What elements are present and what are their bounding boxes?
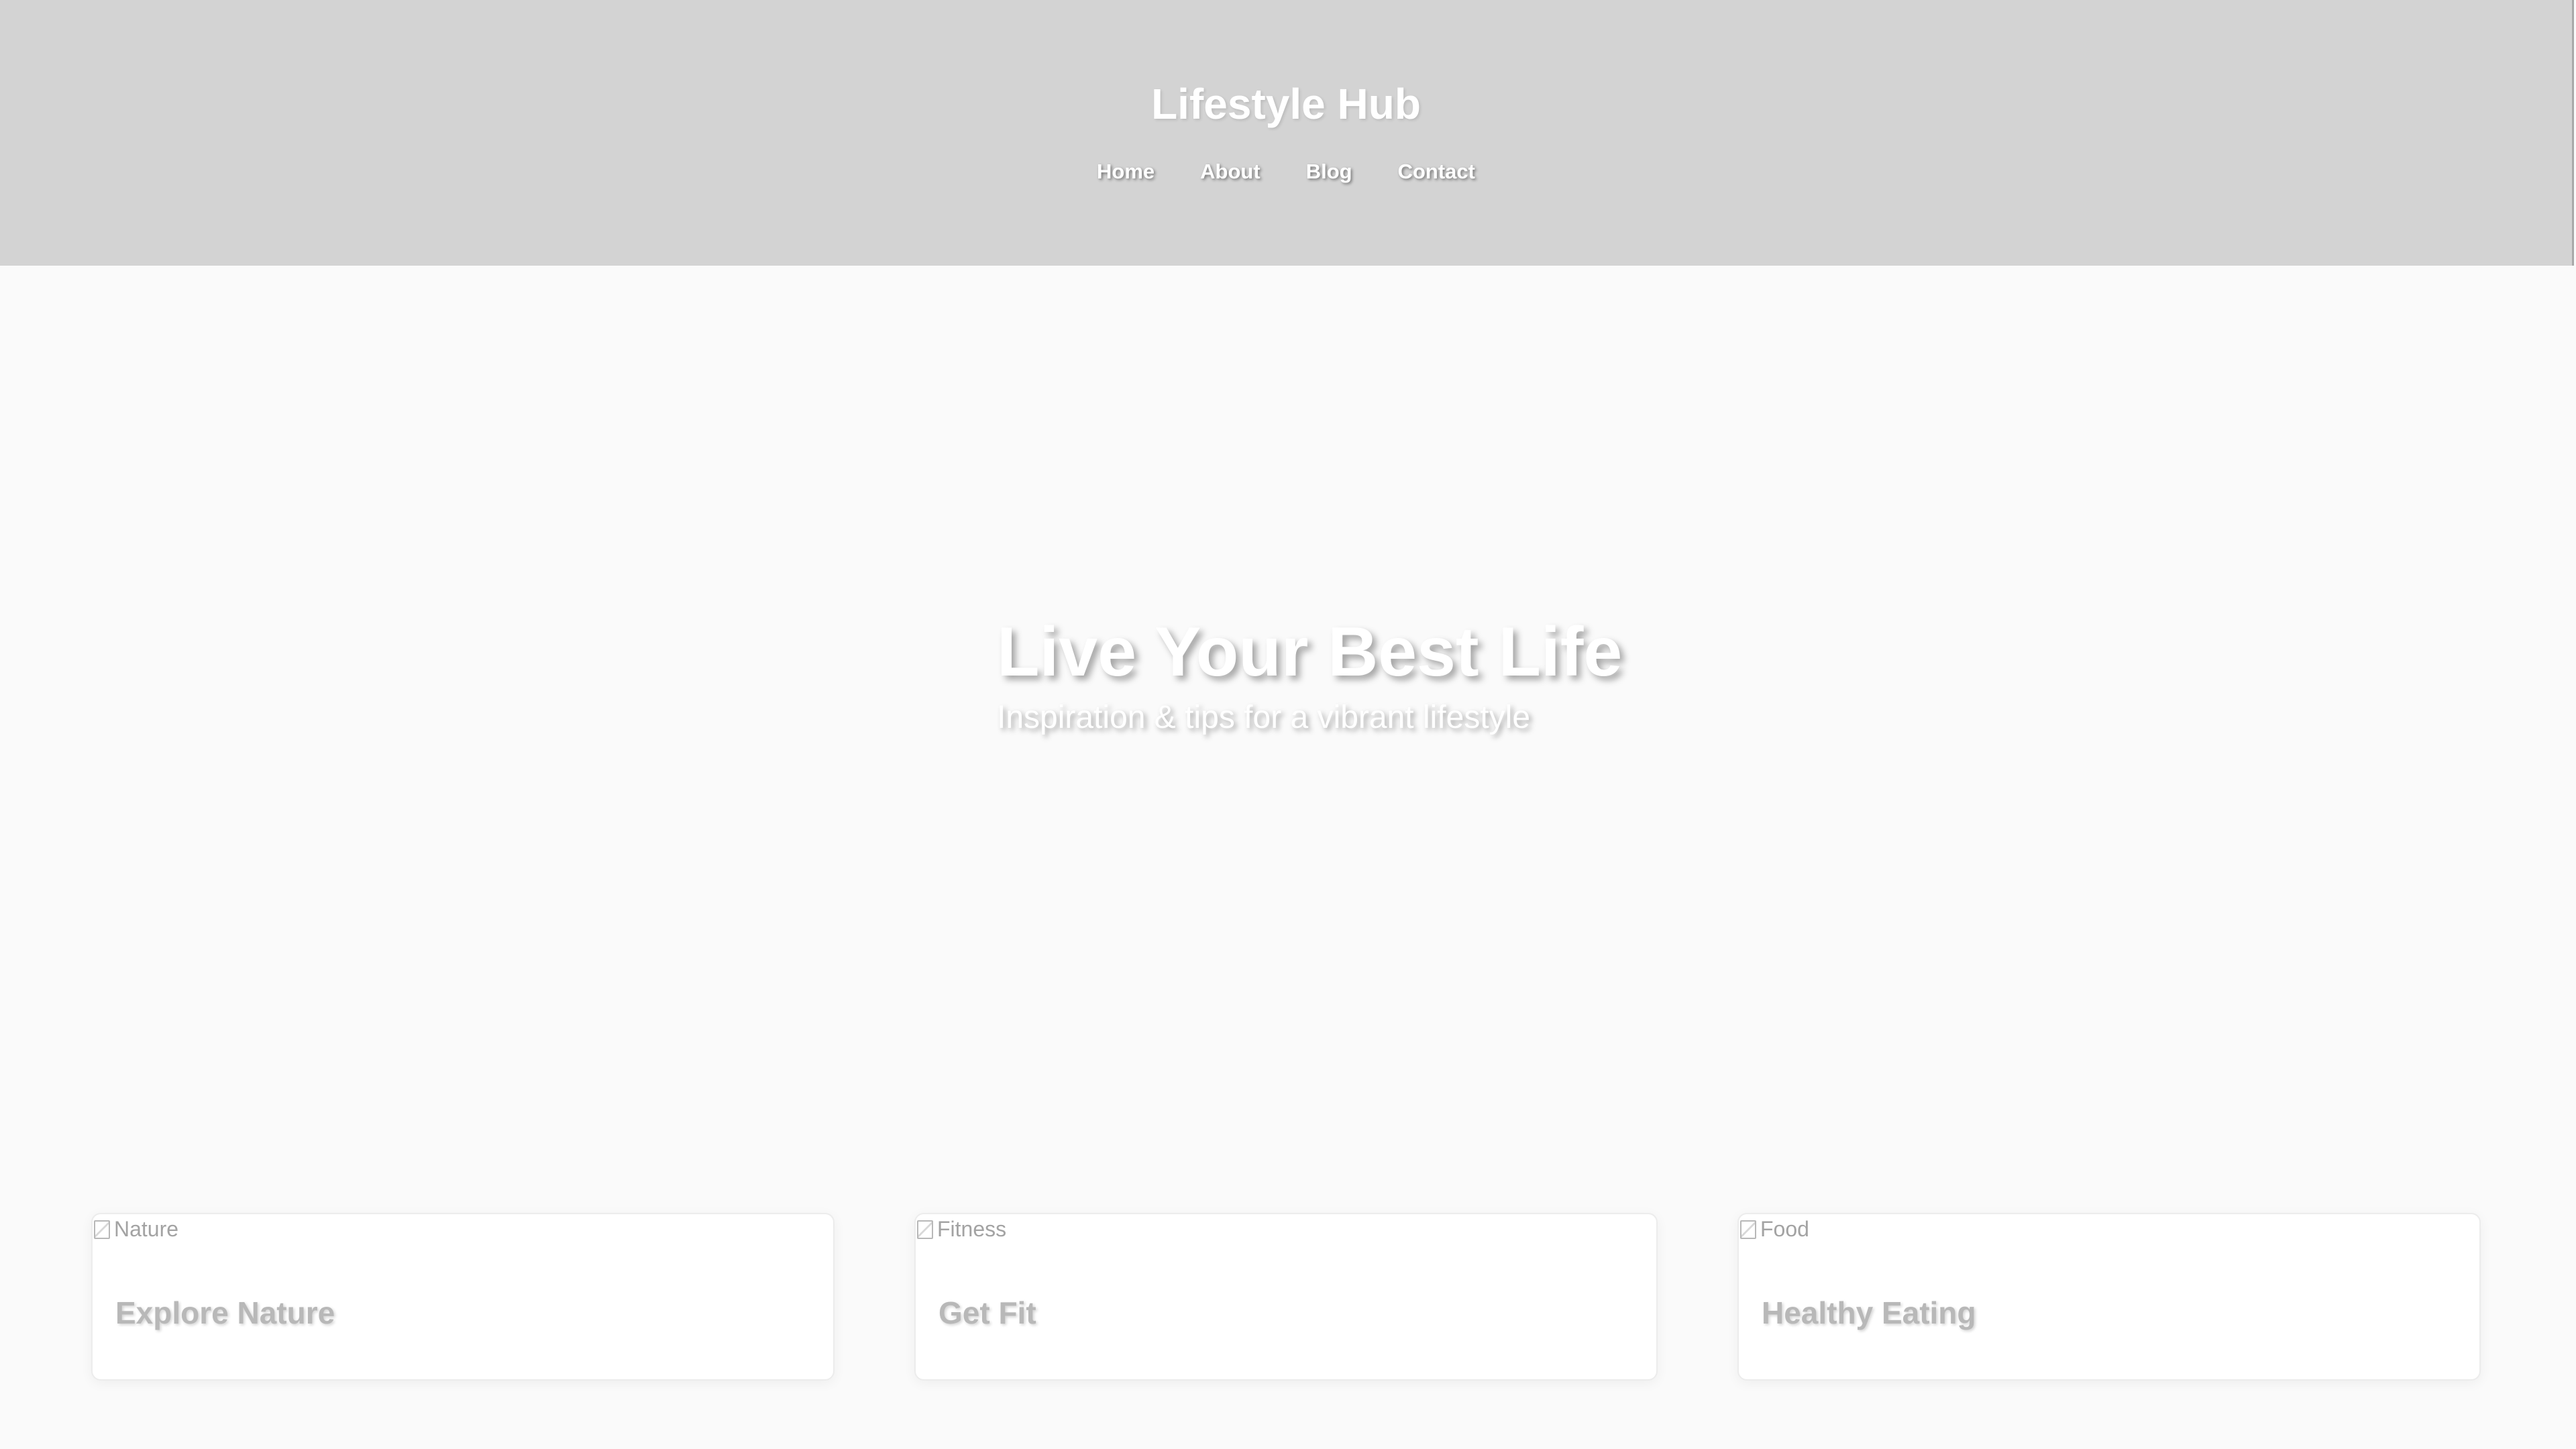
broken-image-icon — [93, 1219, 111, 1239]
card-title: Healthy Eating — [1762, 1295, 1976, 1330]
card-healthy-eating[interactable]: Food Healthy Eating — [1737, 1213, 2481, 1381]
card-image-alt: Food — [1760, 1217, 1809, 1241]
card-image-alt: Fitness — [937, 1217, 1007, 1241]
broken-image-icon — [1739, 1219, 1758, 1239]
nav-link-home[interactable]: Home — [1097, 160, 1155, 184]
hero-title: Live Your Best Life — [997, 613, 1623, 691]
hero-section: Live Your Best Life Inspiration & tips f… — [997, 617, 1802, 734]
site-title: Lifestyle Hub — [1151, 80, 1421, 128]
nav-link-about[interactable]: About — [1200, 160, 1260, 184]
card-image-food: Food — [1739, 1214, 1809, 1241]
page: Lifestyle Hub Home About Blog Contact Li… — [0, 0, 2576, 1449]
broken-image-icon — [916, 1219, 934, 1239]
card-explore-nature[interactable]: Nature Explore Nature — [91, 1213, 835, 1381]
site-header: Lifestyle Hub Home About Blog Contact — [0, 0, 2574, 266]
nav-link-blog[interactable]: Blog — [1306, 160, 1352, 184]
card-image-alt: Nature — [114, 1217, 179, 1241]
card-image-nature: Nature — [93, 1214, 178, 1241]
card-title: Get Fit — [938, 1295, 1036, 1330]
card-title: Explore Nature — [115, 1295, 335, 1330]
hero-subtitle: Inspiration & tips for a vibrant lifesty… — [997, 700, 1531, 735]
main-nav: Home About Blog Contact — [0, 160, 2572, 184]
card-image-fitness: Fitness — [916, 1214, 1006, 1241]
nav-link-contact[interactable]: Contact — [1398, 160, 1475, 184]
card-get-fit[interactable]: Fitness Get Fit — [914, 1213, 1658, 1381]
